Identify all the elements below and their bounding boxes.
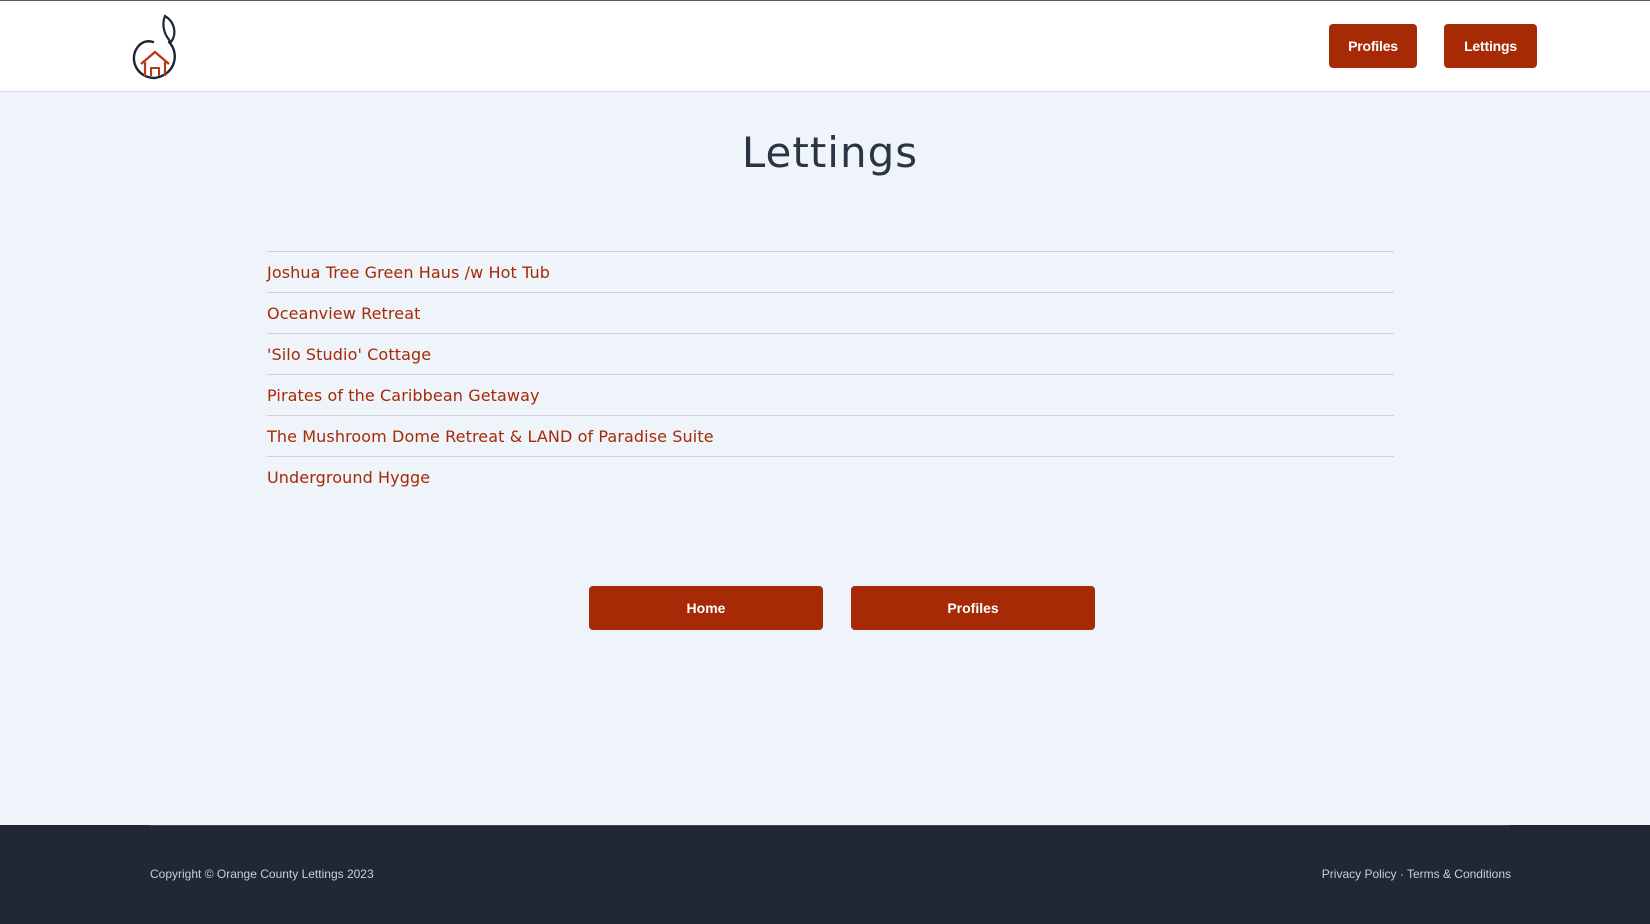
terms-conditions-link[interactable]: Terms & Conditions <box>1407 867 1511 881</box>
letting-link[interactable]: Joshua Tree Green Haus /w Hot Tub <box>267 263 550 282</box>
letting-link[interactable]: Underground Hygge <box>267 468 430 487</box>
copyright-text: Copyright © Orange County Lettings 2023 <box>150 867 374 881</box>
footer-links: Privacy Policy · Terms & Conditions <box>1322 867 1511 881</box>
home-button[interactable]: Home <box>589 586 823 630</box>
letting-link[interactable]: Oceanview Retreat <box>267 304 420 323</box>
orange-house-logo-icon[interactable] <box>131 12 183 80</box>
footer-separator: · <box>1399 867 1404 881</box>
site-header: Profiles Lettings <box>0 1 1650 92</box>
privacy-policy-link[interactable]: Privacy Policy <box>1322 867 1397 881</box>
profiles-button[interactable]: Profiles <box>851 586 1095 630</box>
list-item: 'Silo Studio' Cottage <box>267 333 1394 374</box>
letting-link[interactable]: The Mushroom Dome Retreat & LAND of Para… <box>267 427 714 446</box>
letting-link[interactable]: Pirates of the Caribbean Getaway <box>267 386 540 405</box>
site-footer: Copyright © Orange County Lettings 2023 … <box>0 825 1650 924</box>
list-item: The Mushroom Dome Retreat & LAND of Para… <box>267 415 1394 456</box>
nav-profiles-button[interactable]: Profiles <box>1329 24 1417 68</box>
list-item: Underground Hygge <box>267 456 1394 497</box>
page-title: Lettings <box>741 128 919 177</box>
nav-lettings-button[interactable]: Lettings <box>1444 24 1537 68</box>
list-item: Joshua Tree Green Haus /w Hot Tub <box>267 251 1394 292</box>
list-item: Oceanview Retreat <box>267 292 1394 333</box>
letting-link[interactable]: 'Silo Studio' Cottage <box>267 345 431 364</box>
footer-divider <box>150 825 1510 826</box>
list-item: Pirates of the Caribbean Getaway <box>267 374 1394 415</box>
lettings-list: Joshua Tree Green Haus /w Hot Tub Oceanv… <box>267 251 1394 497</box>
